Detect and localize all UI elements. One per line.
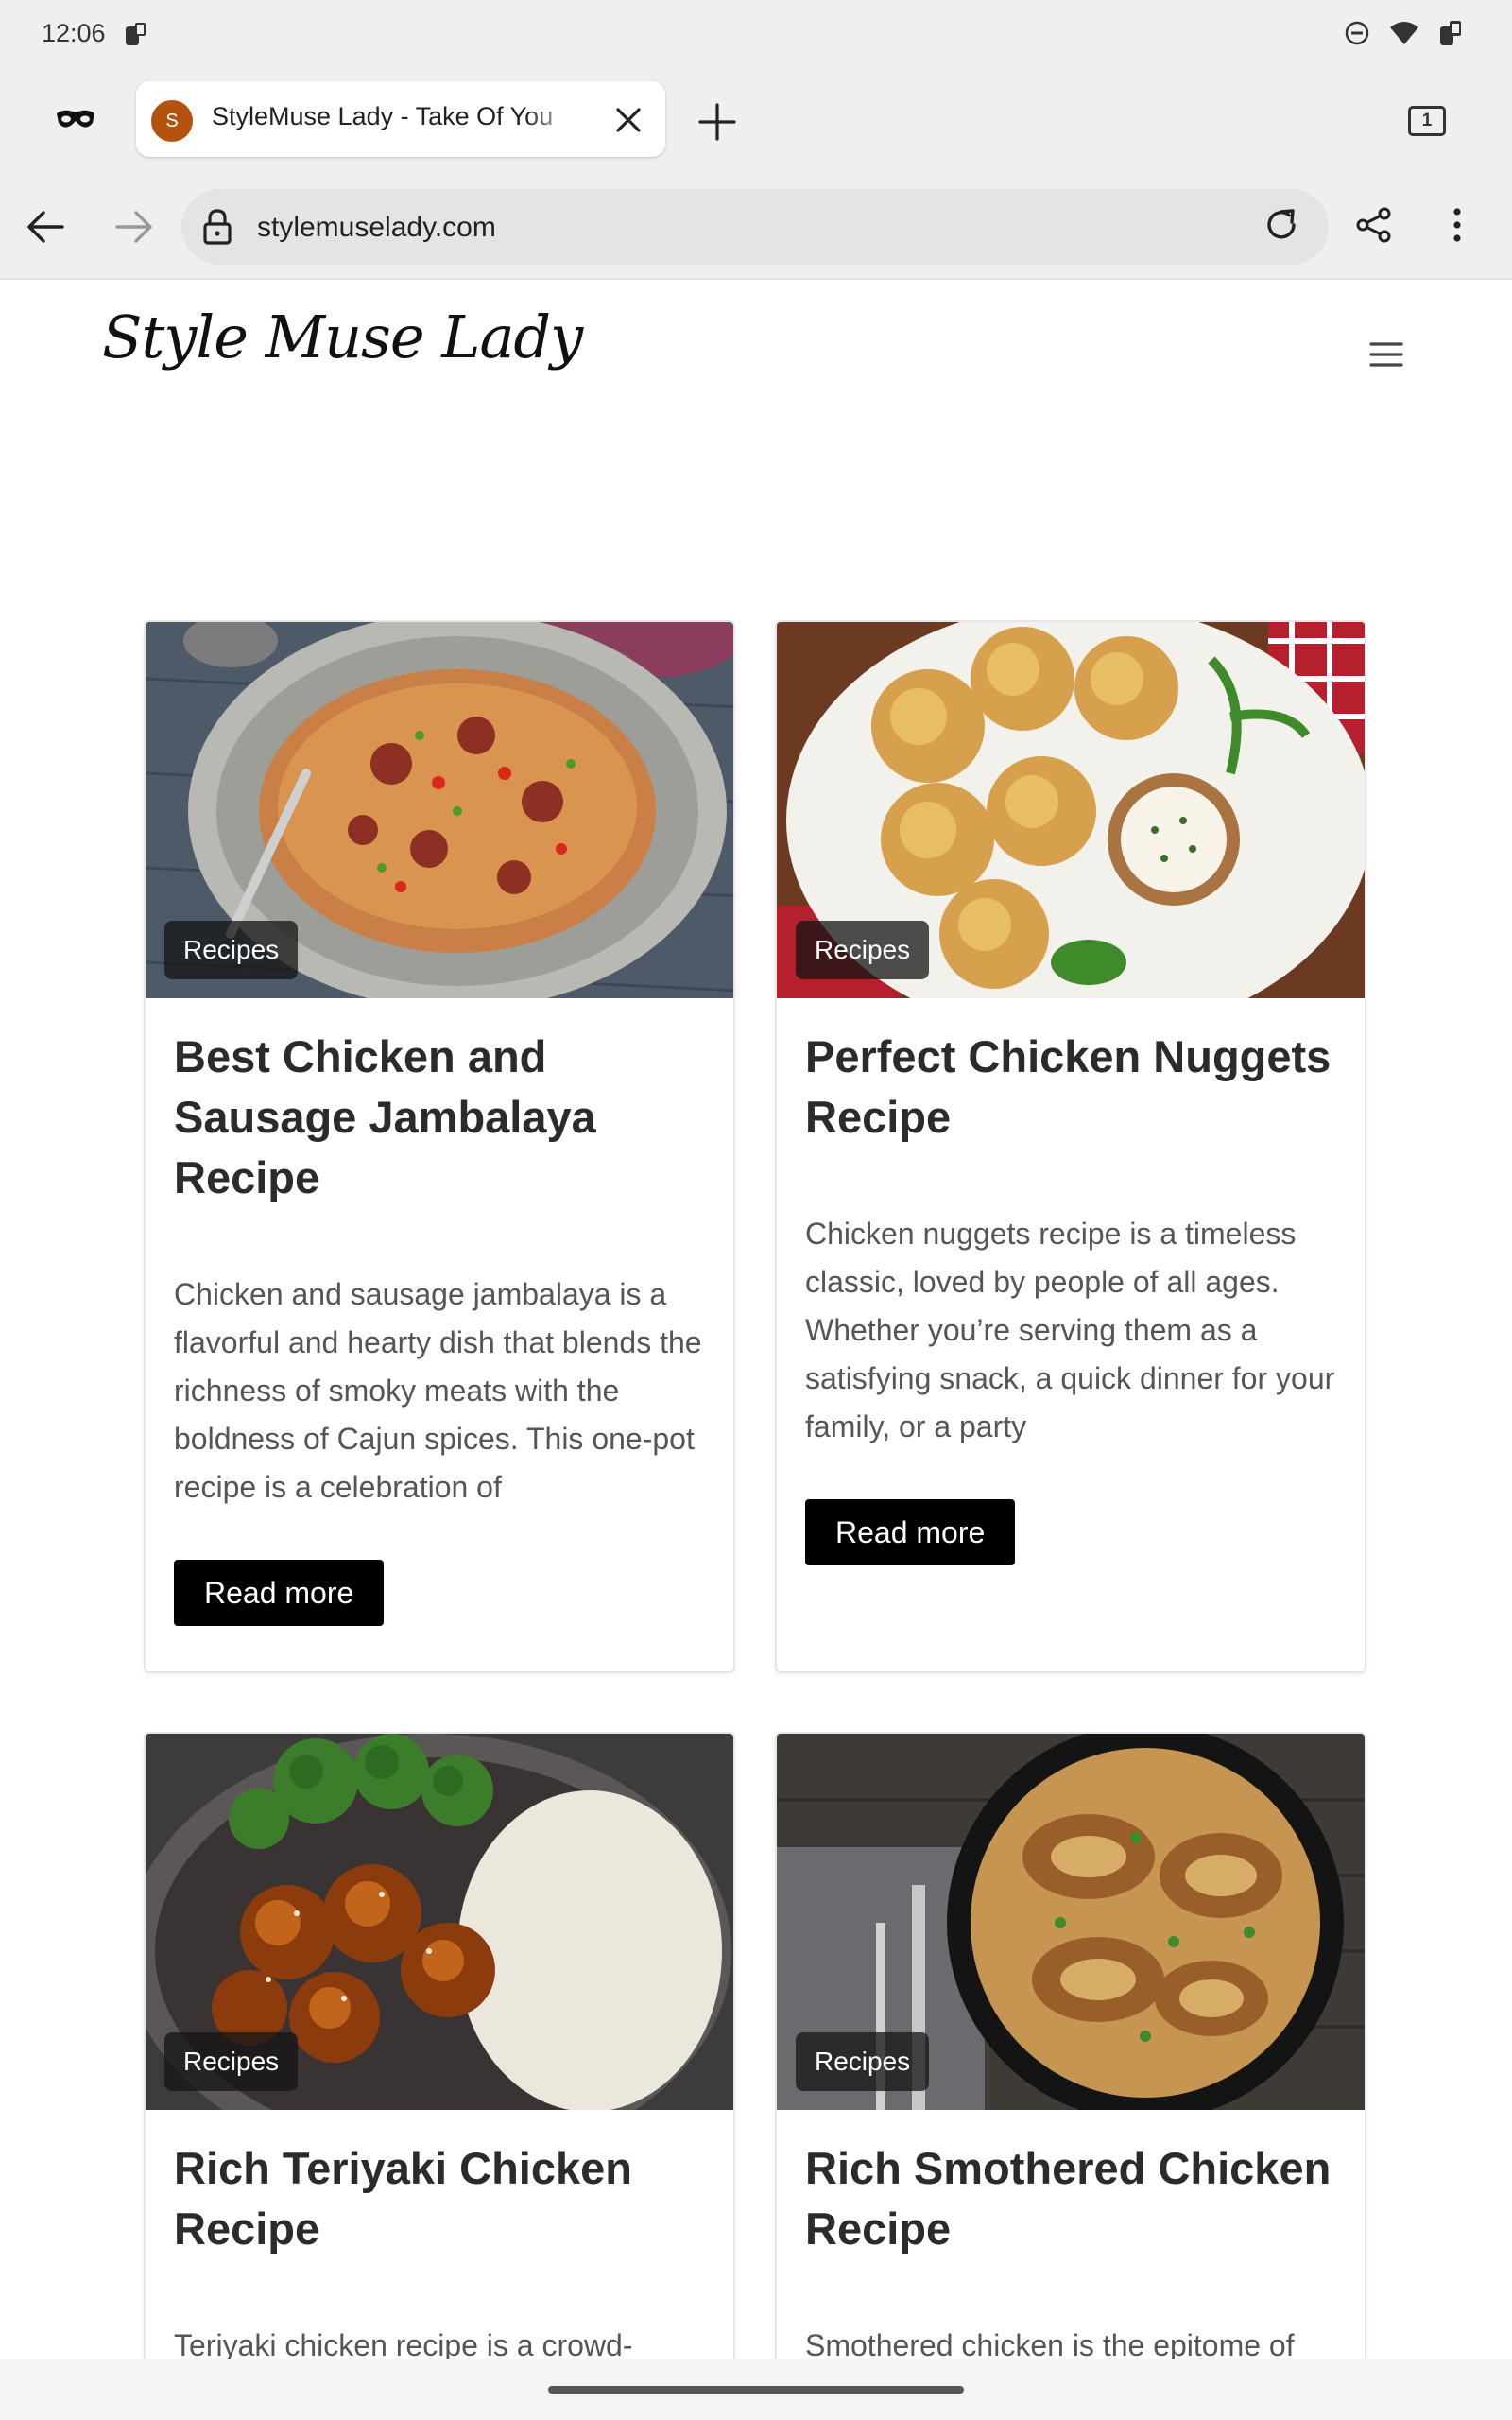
tab-active[interactable]: S StyleMuse Lady - Take Of You (136, 81, 665, 157)
address-bar[interactable]: stylemuselady.com (181, 189, 1329, 265)
browser-toolbar: stylemuselady.com (0, 174, 1512, 280)
category-badge[interactable]: Recipes (164, 2032, 299, 2091)
site-favicon: S (151, 100, 193, 142)
do-not-disturb-icon (1344, 20, 1370, 51)
post-excerpt: Chicken and sausage jambalaya is a flavo… (174, 1277, 702, 1504)
share-icon[interactable] (1355, 206, 1393, 249)
category-badge[interactable]: Recipes (796, 921, 930, 979)
post-title[interactable]: Best Chicken and Sausage Jambalaya Recip… (174, 1027, 713, 1208)
back-arrow-icon[interactable] (26, 210, 64, 249)
status-time: 12:06 (42, 19, 106, 47)
tab-title: StyleMuse Lady - Take Of You (212, 102, 554, 130)
lock-icon[interactable] (202, 208, 232, 251)
status-icons (1344, 19, 1465, 52)
read-more-button[interactable]: Read more (805, 1499, 1016, 1565)
tab-switcher-button[interactable]: 1 (1408, 106, 1446, 136)
read-more-button[interactable]: Read more (174, 1560, 385, 1626)
teriyaki-chicken-image[interactable]: Recipes (146, 1734, 733, 2110)
status-bar: 12:06 (0, 0, 1512, 68)
post-card: Recipes Rich Teriyaki Chicken Recipe Ter… (144, 1732, 735, 2394)
post-card: Recipes Perfect Chicken Nuggets Recipe C… (775, 620, 1366, 1673)
notification-icon (123, 21, 147, 54)
post-card: Recipes Best Chicken and Sausage Jambala… (144, 620, 735, 1673)
battery-icon (1438, 19, 1465, 52)
post-title[interactable]: Rich Teriyaki Chicken Recipe (174, 2138, 713, 2259)
close-icon[interactable] (614, 106, 643, 139)
post-card: Recipes Rich Smothered Chicken Recipe Sm… (775, 1732, 1366, 2394)
smothered-chicken-image[interactable]: Recipes (777, 1734, 1365, 2110)
chicken-nuggets-image[interactable]: Recipes (777, 622, 1365, 998)
more-options-icon[interactable] (1452, 206, 1463, 249)
post-title[interactable]: Perfect Chicken Nuggets Recipe (805, 1027, 1344, 1148)
category-badge[interactable]: Recipes (796, 2032, 930, 2091)
wifi-icon (1389, 20, 1419, 51)
url-text[interactable]: stylemuselady.com (257, 212, 496, 244)
incognito-icon[interactable] (55, 106, 96, 137)
post-excerpt: Chicken nuggets recipe is a timeless cla… (805, 1217, 1335, 1443)
gesture-handle[interactable] (548, 2386, 964, 2394)
reload-icon[interactable] (1263, 206, 1300, 249)
category-badge[interactable]: Recipes (164, 921, 299, 979)
jambalaya-image[interactable]: Recipes (146, 622, 733, 998)
post-title[interactable]: Rich Smothered Chicken Recipe (805, 2138, 1344, 2259)
forward-arrow-icon[interactable] (115, 210, 153, 249)
site-logo[interactable]: Style Muse Lady (102, 302, 583, 372)
new-tab-icon[interactable] (697, 102, 737, 147)
tab-strip: S StyleMuse Lady - Take Of You 1 (0, 68, 1512, 174)
hamburger-menu-icon[interactable] (1368, 340, 1404, 373)
